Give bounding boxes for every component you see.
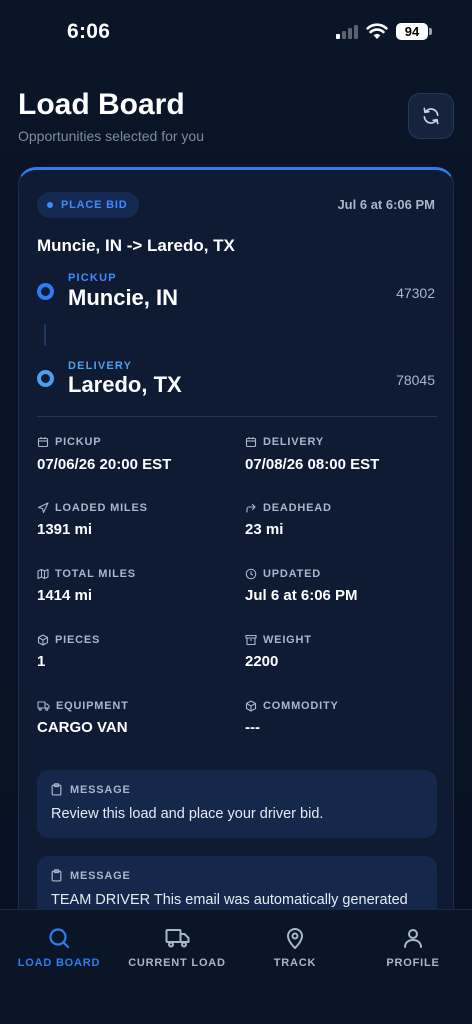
deadhead-label: DEADHEAD (245, 502, 332, 514)
pickup-stop-label: PICKUP (68, 272, 117, 284)
status-bar: 6:06 94 (0, 0, 472, 64)
load-board-screen: 6:06 94 Load Board Opportunities selecte… (0, 0, 472, 1024)
updated-value: Jul 6 at 6:06 PM (245, 587, 358, 604)
delivery-time-value: 07/08/26 08:00 EST (245, 456, 380, 473)
posted-time: Jul 6 at 6:06 PM (337, 197, 435, 212)
navigation-arrow-icon (37, 502, 49, 514)
battery-tip (429, 28, 432, 35)
calendar-icon (37, 437, 49, 448)
wifi-icon (366, 23, 388, 39)
message-box: MESSAGE Review this load and place your … (37, 770, 437, 838)
badge-label: PLACE BID (61, 199, 128, 211)
battery-indicator: 94 (396, 23, 428, 40)
refresh-icon (423, 107, 439, 125)
equipment-label: EQUIPMENT (37, 700, 129, 712)
delivery-zip: 78045 (396, 372, 435, 388)
message-header: MESSAGE (51, 783, 131, 796)
archive-icon (245, 634, 257, 646)
pickup-time-label-text: PICKUP (55, 436, 102, 448)
loaded-miles-label-text: LOADED MILES (55, 502, 148, 514)
total-miles-label-text: TOTAL MILES (55, 568, 136, 580)
message-text: TEAM DRIVER This email was automatically… (51, 892, 408, 908)
user-icon (404, 929, 422, 948)
clipboard-icon (51, 869, 62, 882)
total-miles-value: 1414 mi (37, 587, 93, 604)
box-icon (245, 700, 257, 712)
truck-icon (165, 929, 189, 948)
equipment-label-text: EQUIPMENT (56, 700, 129, 712)
commodity-label: COMMODITY (245, 700, 339, 712)
corner-arrow-icon (246, 503, 256, 513)
nav-label: TRACK (273, 957, 317, 969)
nav-label: CURRENT LOAD (128, 957, 226, 969)
message-label: MESSAGE (70, 783, 131, 796)
page-subtitle: Opportunities selected for you (18, 128, 204, 144)
route-title: Muncie, IN -> Laredo, TX (37, 236, 235, 255)
nav-load-board[interactable]: LOAD BOARD (0, 926, 118, 969)
pieces-label-text: PIECES (55, 634, 101, 646)
message-text: Review this load and place your driver b… (51, 806, 324, 822)
pieces-value: 1 (37, 653, 46, 670)
delivery-city: Laredo, TX (68, 372, 182, 397)
pickup-marker-icon (37, 283, 54, 300)
nav-track[interactable]: TRACK (236, 926, 354, 969)
updated-label-text: UPDATED (263, 568, 321, 580)
load-card[interactable]: PLACE BID Jul 6 at 6:06 PM Muncie, IN ->… (18, 167, 454, 927)
divider (37, 416, 437, 417)
route-connector (44, 324, 46, 346)
weight-label-text: WEIGHT (263, 634, 312, 646)
pickup-zip: 47302 (396, 285, 435, 301)
loaded-miles-label: LOADED MILES (37, 502, 148, 514)
truck-icon (37, 701, 50, 711)
pickup-time-label: PICKUP (37, 436, 101, 448)
badge-dot-icon (47, 202, 53, 208)
message-label: MESSAGE (70, 869, 131, 882)
deadhead-label-text: DEADHEAD (263, 502, 332, 514)
nav-label: PROFILE (386, 957, 440, 969)
package-icon (37, 634, 49, 646)
pieces-label: PIECES (37, 634, 100, 646)
clock-icon (245, 568, 257, 580)
map-pin-icon (287, 928, 303, 949)
pickup-city: Muncie, IN (68, 285, 179, 310)
cellular-signal-icon (336, 25, 360, 39)
total-miles-label: TOTAL MILES (37, 568, 136, 580)
nav-current-load[interactable]: CURRENT LOAD (118, 926, 236, 969)
calendar-icon (245, 437, 257, 448)
bottom-nav: LOAD BOARD CURRENT LOAD TRACK PROFILE (0, 909, 472, 1024)
deadhead-value: 23 mi (245, 521, 284, 538)
weight-value: 2200 (245, 653, 279, 670)
weight-label: WEIGHT (245, 634, 312, 646)
delivery-marker-icon (37, 370, 54, 387)
status-time: 6:06 (67, 20, 111, 43)
search-icon (49, 928, 70, 949)
delivery-time-label-text: DELIVERY (263, 436, 325, 448)
nav-profile[interactable]: PROFILE (354, 926, 472, 969)
message-header: MESSAGE (51, 869, 131, 882)
updated-label: UPDATED (245, 568, 321, 580)
pickup-time-value: 07/06/26 20:00 EST (37, 456, 172, 473)
nav-label: LOAD BOARD (17, 957, 101, 969)
page-title: Load Board (18, 88, 185, 121)
place-bid-badge[interactable]: PLACE BID (37, 192, 140, 218)
clipboard-icon (51, 783, 62, 796)
delivery-stop-label: DELIVERY (68, 360, 133, 372)
loaded-miles-value: 1391 mi (37, 521, 93, 538)
commodity-value: --- (245, 719, 260, 736)
map-icon (37, 568, 49, 580)
refresh-button[interactable] (408, 93, 454, 139)
commodity-label-text: COMMODITY (263, 700, 339, 712)
equipment-value: CARGO VAN (37, 719, 128, 736)
delivery-time-label: DELIVERY (245, 436, 324, 448)
